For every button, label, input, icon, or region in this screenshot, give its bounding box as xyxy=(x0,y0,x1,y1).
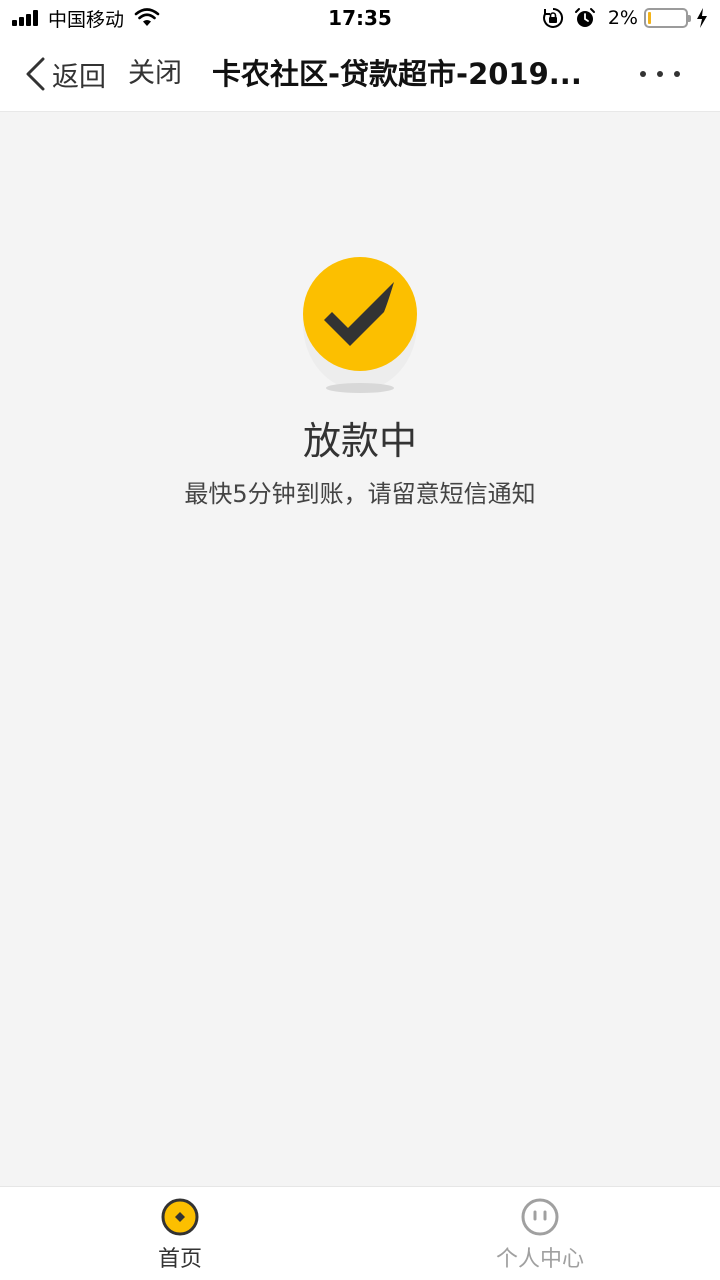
status-right: 2% xyxy=(532,6,708,30)
battery-percent: 2% xyxy=(607,7,638,29)
tab-bar: 首页 个人中心 xyxy=(0,1186,720,1280)
tab-home-label: 首页 xyxy=(157,1247,202,1272)
home-coin-icon xyxy=(161,1198,199,1236)
back-button[interactable]: 返回 xyxy=(24,54,106,94)
status-description: 最快5分钟到账，请留意短信通知 xyxy=(184,480,536,508)
main-content: 放款中 最快5分钟到账，请留意短信通知 xyxy=(0,112,720,1186)
close-button[interactable]: 关闭 xyxy=(128,54,182,94)
status-title: 放款中 xyxy=(302,419,417,463)
orientation-lock-icon xyxy=(542,7,563,28)
checkmark-circle-icon xyxy=(303,257,417,393)
page-title: 卡农社区-贷款超市-2019... xyxy=(212,57,582,91)
nav-bar: 返回 关闭 卡农社区-贷款超市-2019... xyxy=(0,36,720,112)
status-bar: 中国移动 17:35 2% xyxy=(0,0,720,36)
battery-icon xyxy=(644,8,691,28)
battery-fill xyxy=(648,12,651,24)
more-dots-icon[interactable] xyxy=(640,60,680,88)
profile-face-icon xyxy=(521,1198,559,1236)
charging-bolt-icon xyxy=(697,8,707,28)
back-label: 返回 xyxy=(52,61,106,93)
chevron-left-icon xyxy=(26,57,45,91)
alarm-icon xyxy=(574,8,595,27)
tab-profile-label: 个人中心 xyxy=(495,1247,584,1272)
tab-home[interactable]: 首页 xyxy=(0,1187,360,1280)
tab-profile[interactable]: 个人中心 xyxy=(360,1187,720,1280)
